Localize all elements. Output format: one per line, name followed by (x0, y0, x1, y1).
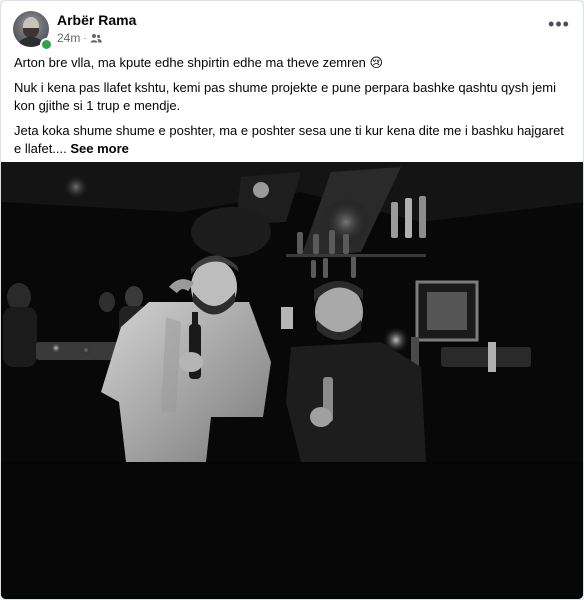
friends-icon[interactable] (90, 33, 102, 43)
post-paragraph: Nuk i kena pas llafet kshtu, kemi pas sh… (14, 80, 556, 113)
post-photo-image (1, 162, 583, 599)
post-paragraph: Jeta koka shume shume e poshter, ma e po… (14, 122, 574, 158)
more-options-button[interactable]: ••• (545, 15, 573, 39)
author-name[interactable]: Arbër Rama (57, 12, 136, 28)
post-header: Arbër Rama 24m · ••• (13, 11, 573, 51)
see-more-link[interactable]: See more (70, 141, 129, 156)
meta-separator: · (83, 32, 87, 44)
post-photo[interactable] (1, 162, 583, 599)
post-text: Arton bre vlla, ma kpute edhe shpirtin e… (14, 54, 574, 165)
post-timestamp[interactable]: 24m (57, 31, 80, 45)
post-meta: 24m · (57, 31, 102, 45)
online-status-icon (40, 38, 53, 51)
post-paragraph: Arton bre vlla, ma kpute edhe shpirtin e… (14, 55, 384, 70)
feed-post: Arbër Rama 24m · ••• Arton bre vlla, ma … (0, 0, 584, 600)
